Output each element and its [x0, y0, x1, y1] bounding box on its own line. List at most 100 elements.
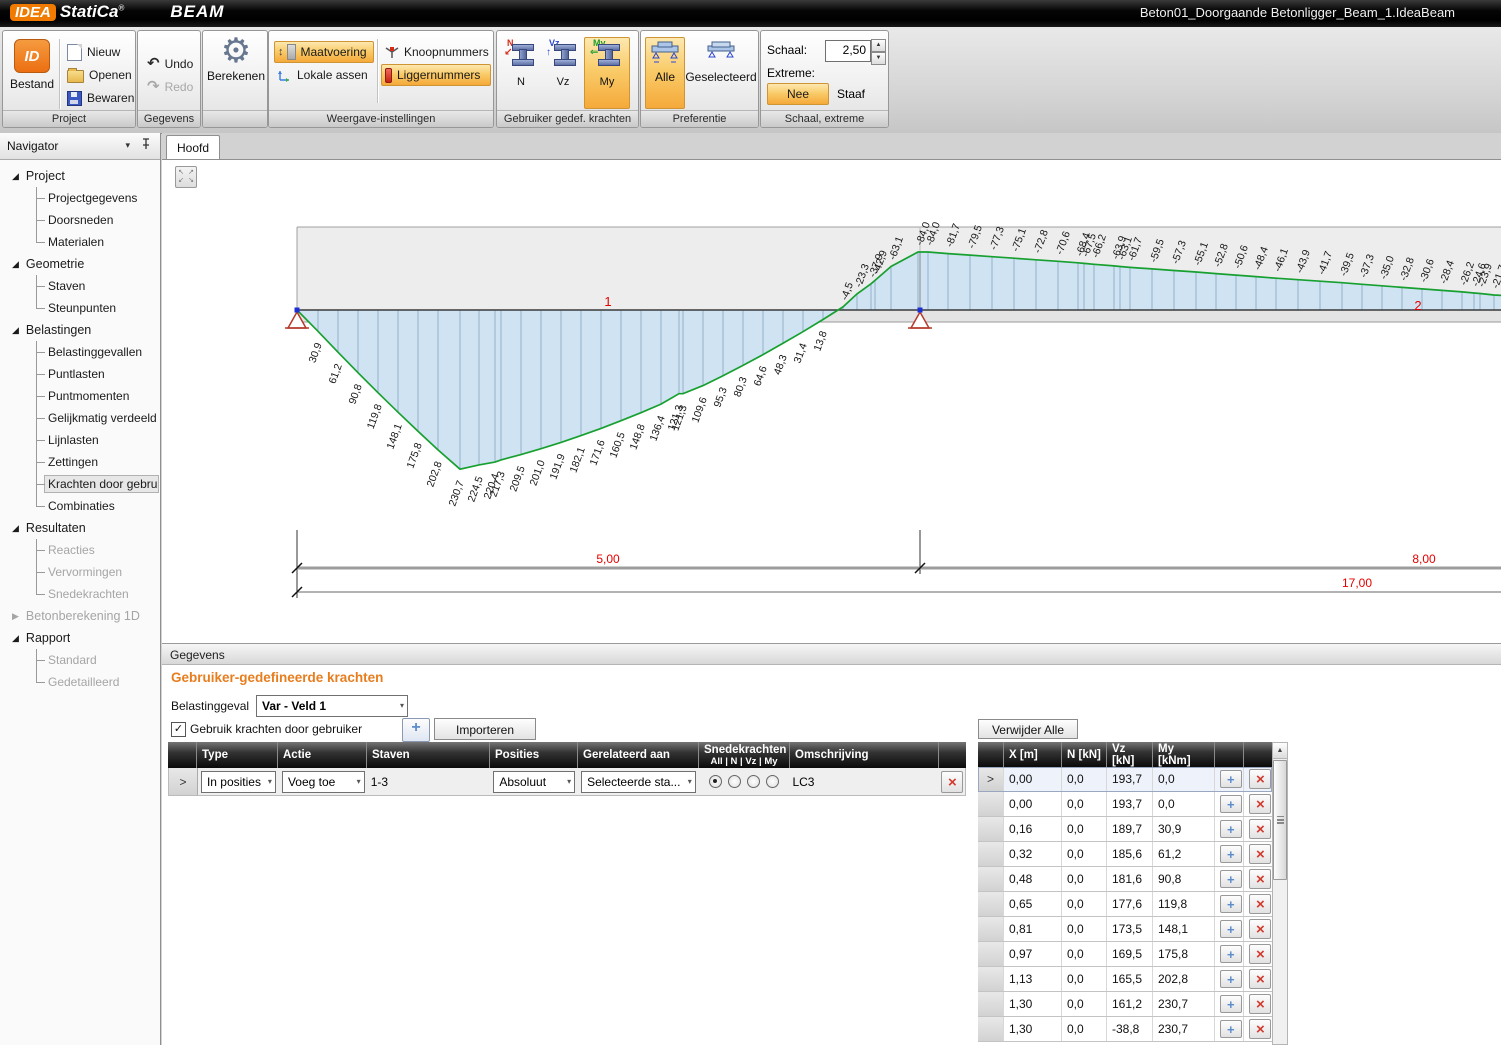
x-value[interactable]: 1,30	[1004, 1017, 1062, 1041]
vz-value[interactable]: 161,2	[1107, 992, 1153, 1016]
nav-item-projectgegevens[interactable]: Projectgegevens	[0, 187, 159, 209]
table-row[interactable]: 0,810,0173,5148,1+×	[978, 917, 1272, 942]
vz-force-button[interactable]: Vz↑ Vz	[542, 37, 584, 109]
delete-row-button[interactable]: ×	[1249, 944, 1271, 964]
radio-my[interactable]	[766, 775, 779, 788]
row-selector[interactable]: >	[169, 768, 198, 795]
x-value[interactable]: 0,32	[1004, 842, 1062, 866]
row-selector[interactable]	[978, 842, 1004, 866]
table-row[interactable]: 1,300,0-38,8230,7+×	[978, 1017, 1272, 1042]
nav-item-gelijkmatig-verdeeld[interactable]: Gelijkmatig verdeeld	[0, 407, 159, 429]
nav-item-doorsneden[interactable]: Doorsneden	[0, 209, 159, 231]
n-value[interactable]: 0,0	[1062, 892, 1107, 916]
delete-row-button[interactable]: ×	[1249, 1019, 1271, 1039]
n-value[interactable]: 0,0	[1062, 867, 1107, 891]
row-selector[interactable]	[978, 892, 1004, 916]
insert-row-button[interactable]: +	[1220, 820, 1242, 838]
nav-item-belastingen[interactable]: ◢Belastingen	[0, 319, 159, 341]
delete-row-button[interactable]: ×	[1249, 919, 1271, 939]
tab-hoofd[interactable]: Hoofd	[166, 135, 220, 160]
geselecteerd-button[interactable]: Geselecteerd	[685, 37, 757, 109]
x-value[interactable]: 0,16	[1004, 817, 1062, 841]
table-scrollbar[interactable]: ▲	[1272, 742, 1288, 1045]
lokale-assen-toggle[interactable]: Lokale assen	[274, 64, 372, 86]
row-selector[interactable]	[978, 992, 1004, 1016]
chevron-down-icon[interactable]: ▾	[125, 140, 130, 151]
radio-vz[interactable]	[747, 775, 760, 788]
table-row[interactable]: 0,480,0181,690,8+×	[978, 867, 1272, 892]
gebruik-krachten-checkbox[interactable]: ✓	[171, 722, 186, 737]
nieuw-button[interactable]: Nieuw	[63, 41, 124, 63]
spin-down-icon[interactable]: ▼	[871, 52, 886, 65]
n-value[interactable]: 0,0	[1062, 1017, 1107, 1041]
delete-row-button[interactable]: ×	[1249, 869, 1271, 889]
tree-expanded-icon[interactable]: ◢	[12, 633, 19, 644]
navigator-header[interactable]: Navigator ▾	[0, 133, 160, 160]
vz-value[interactable]: 193,7	[1107, 792, 1153, 816]
nav-item-steunpunten[interactable]: Steunpunten	[0, 297, 159, 319]
table-row[interactable]: 0,160,0189,730,9+×	[978, 817, 1272, 842]
my-value[interactable]: 230,7	[1153, 992, 1215, 1016]
tree-collapsed-icon[interactable]: ▶	[12, 611, 19, 622]
knoopnummers-toggle[interactable]: Knoopnummers	[381, 41, 493, 63]
my-value[interactable]: 0,0	[1153, 792, 1215, 816]
my-value[interactable]: 148,1	[1153, 917, 1215, 941]
scroll-up-icon[interactable]: ▲	[1273, 743, 1287, 759]
vz-value[interactable]: 181,6	[1107, 867, 1153, 891]
verwijder-alle-button[interactable]: Verwijder Alle	[978, 719, 1078, 739]
nav-item-geometrie[interactable]: ◢Geometrie	[0, 253, 159, 275]
extreme-nee-button[interactable]: Nee	[767, 83, 829, 105]
delete-row-button[interactable]: ×	[1249, 894, 1271, 914]
x-value[interactable]: 0,81	[1004, 917, 1062, 941]
vz-value[interactable]: -38,8	[1107, 1017, 1153, 1041]
x-value[interactable]: 0,97	[1004, 942, 1062, 966]
vz-value[interactable]: 173,5	[1107, 917, 1153, 941]
delete-row-button[interactable]: ×	[1249, 994, 1271, 1014]
actie-select[interactable]: Voeg toe▾	[282, 771, 365, 793]
nav-item-combinaties[interactable]: Combinaties	[0, 495, 159, 517]
nav-item-rapport[interactable]: ◢Rapport	[0, 627, 159, 649]
nav-item-lijnlasten[interactable]: Lijnlasten	[0, 429, 159, 451]
delete-row-button[interactable]: ×	[1249, 769, 1271, 789]
n-value[interactable]: 0,0	[1062, 842, 1107, 866]
delete-row-button[interactable]: ×	[941, 771, 963, 793]
vz-value[interactable]: 185,6	[1107, 842, 1153, 866]
type-select[interactable]: In posities▾	[201, 771, 276, 793]
table-row[interactable]: >0,000,0193,70,0+×	[978, 767, 1272, 792]
nav-item-gedetailleerd[interactable]: Gedetailleerd	[0, 671, 159, 693]
n-value[interactable]: 0,0	[1062, 767, 1107, 791]
omschrijving-value[interactable]: LC3	[789, 768, 938, 795]
tree-expanded-icon[interactable]: ◢	[12, 325, 19, 336]
n-value[interactable]: 0,0	[1062, 917, 1107, 941]
table-row[interactable]: 0,320,0185,661,2+×	[978, 842, 1272, 867]
tree-expanded-icon[interactable]: ◢	[12, 171, 19, 182]
x-value[interactable]: 0,65	[1004, 892, 1062, 916]
table-row[interactable]: 1,130,0165,5202,8+×	[978, 967, 1272, 992]
insert-row-button[interactable]: +	[1220, 945, 1242, 963]
posities-select[interactable]: Absoluut▾	[493, 771, 575, 793]
n-value[interactable]: 0,0	[1062, 942, 1107, 966]
x-value[interactable]: 1,30	[1004, 992, 1062, 1016]
my-value[interactable]: 175,8	[1153, 942, 1215, 966]
spin-up-icon[interactable]: ▲	[871, 39, 886, 52]
vz-value[interactable]: 189,7	[1107, 817, 1153, 841]
nav-item-snedekrachten[interactable]: Snedekrachten	[0, 583, 159, 605]
radio-all[interactable]	[709, 775, 722, 788]
n-value[interactable]: 0,0	[1062, 792, 1107, 816]
row-selector[interactable]	[978, 817, 1004, 841]
nav-item-staven[interactable]: Staven	[0, 275, 159, 297]
nav-item-belastinggevallen[interactable]: Belastinggevallen	[0, 341, 159, 363]
nav-item-betonberekening-1d[interactable]: ▶Betonberekening 1D	[0, 605, 159, 627]
fit-view-button[interactable]: ↖↗↙↘	[175, 166, 197, 188]
row-selector[interactable]	[978, 917, 1004, 941]
vz-value[interactable]: 193,7	[1107, 767, 1153, 791]
bestand-button[interactable]: ID Bestand	[8, 38, 56, 110]
nav-item-puntmomenten[interactable]: Puntmomenten	[0, 385, 159, 407]
n-value[interactable]: 0,0	[1062, 967, 1107, 991]
x-value[interactable]: 0,48	[1004, 867, 1062, 891]
liggernummers-toggle[interactable]: Liggernummers	[381, 64, 491, 86]
row-selector[interactable]	[978, 792, 1004, 816]
nav-item-standard[interactable]: Standard	[0, 649, 159, 671]
insert-row-button[interactable]: +	[1220, 845, 1242, 863]
belastinggeval-select[interactable]: Var - Veld 1 ▾	[256, 695, 408, 717]
